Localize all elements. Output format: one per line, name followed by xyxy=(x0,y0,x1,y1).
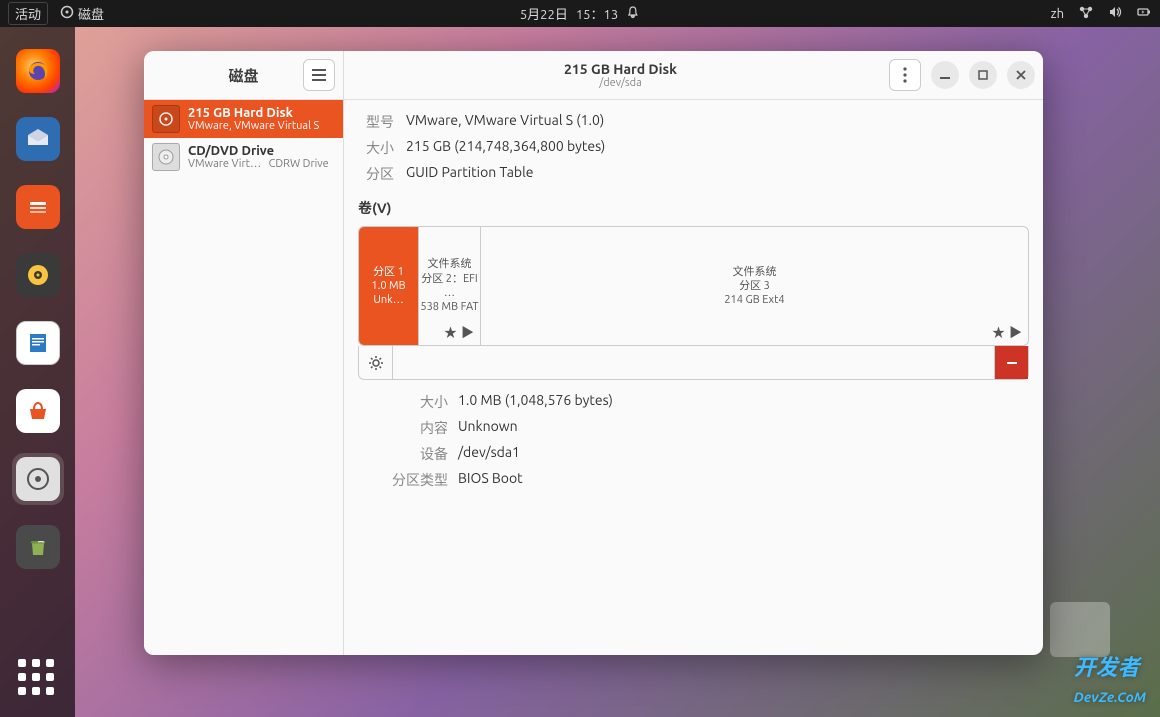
detail-size-label: 大小 xyxy=(376,392,448,412)
input-method-indicator[interactable]: zh xyxy=(1051,7,1064,21)
app-indicator[interactable]: 磁盘 xyxy=(60,4,104,23)
model-value: VMware, VMware Virtual S (1.0) xyxy=(406,112,1029,132)
partitioning-value: GUID Partition Table xyxy=(406,164,1029,184)
delete-partition-button[interactable] xyxy=(994,346,1028,379)
header-bar: 215 GB Hard Disk /dev/sda xyxy=(344,51,1043,100)
desktop-home-folder[interactable] xyxy=(1050,602,1110,657)
content: 型号 VMware, VMware Virtual S (1.0) 大小 215… xyxy=(344,100,1043,655)
detail-device-label: 设备 xyxy=(376,444,448,464)
partition-3[interactable]: 文件系统 分区 3 214 GB Ext4 ★ ▶ xyxy=(481,227,1028,345)
top-bar: 活动 磁盘 5月22日 15：13 zh xyxy=(0,0,1160,27)
drive-subtitle: VMware Virt… CDRW Drive xyxy=(188,158,335,170)
volume-settings-button[interactable] xyxy=(359,346,393,379)
sidebar-title: 磁盘 xyxy=(228,65,258,86)
dock-firefox[interactable] xyxy=(12,45,64,97)
partition-fs: 文件系统 xyxy=(428,257,472,271)
detail-type-value: BIOS Boot xyxy=(458,470,1029,490)
partition-size: 214 GB Ext4 xyxy=(724,293,784,307)
window-title: 215 GB Hard Disk xyxy=(352,61,889,77)
dock-software[interactable] xyxy=(12,385,64,437)
sidebar: 磁盘 215 GB Hard Disk VMware, VMware Virtu… xyxy=(144,51,344,655)
close-button[interactable] xyxy=(1007,61,1035,89)
activities-button[interactable]: 活动 xyxy=(8,2,48,25)
partition-label: 分区 1 xyxy=(373,265,404,279)
maximize-button[interactable] xyxy=(969,61,997,89)
dock xyxy=(0,27,75,717)
drive-cddvd[interactable]: CD/DVD Drive VMware Virt… CDRW Drive xyxy=(144,138,343,176)
volumes-heading: 卷(V) xyxy=(358,198,1029,218)
clock[interactable]: 5月22日 15：13 xyxy=(520,4,640,23)
app-indicator-label: 磁盘 xyxy=(78,4,104,23)
partition-label: 分区 2：EFI … xyxy=(419,272,480,301)
partition-size: 538 MB FAT xyxy=(420,300,478,314)
hamburger-menu-button[interactable] xyxy=(303,59,335,91)
drive-name: 215 GB Hard Disk xyxy=(188,106,335,120)
detail-size-value: 1.0 MB (1,048,576 bytes) xyxy=(458,392,1029,412)
dock-libreoffice-writer[interactable] xyxy=(12,317,64,369)
watermark: 开发者 DevZe.CoM xyxy=(1074,650,1146,707)
volume-toolbar xyxy=(358,346,1029,380)
volume-details: 大小 1.0 MB (1,048,576 bytes) 内容 Unknown 设… xyxy=(376,392,1029,490)
detail-content-value: Unknown xyxy=(458,418,1029,438)
volume-icon[interactable] xyxy=(1108,5,1122,22)
drive-list: 215 GB Hard Disk VMware, VMware Virtual … xyxy=(144,100,343,176)
partition-2[interactable]: 文件系统 分区 2：EFI … 538 MB FAT ★ ▶ xyxy=(419,227,481,345)
star-icon: ★ xyxy=(992,322,1005,341)
detail-content-label: 内容 xyxy=(376,418,448,438)
play-icon: ▶ xyxy=(1009,322,1022,341)
model-label: 型号 xyxy=(358,112,394,132)
dock-thunderbird[interactable] xyxy=(12,113,64,165)
partition-size: 1.0 MB Unk… xyxy=(359,279,418,308)
partition-map: 分区 1 1.0 MB Unk… 文件系统 分区 2：EFI … 538 MB … xyxy=(358,226,1029,346)
date-label: 5月22日 xyxy=(520,4,568,23)
minimize-button[interactable] xyxy=(931,61,959,89)
hard-disk-icon xyxy=(152,105,180,133)
drive-menu-button[interactable] xyxy=(889,59,921,91)
dock-show-applications[interactable] xyxy=(18,659,58,699)
cd-icon xyxy=(152,143,180,171)
battery-icon[interactable] xyxy=(1136,5,1152,22)
detail-type-label: 分区类型 xyxy=(376,470,448,490)
disks-icon xyxy=(60,5,74,22)
disks-window: 磁盘 215 GB Hard Disk VMware, VMware Virtu… xyxy=(144,51,1043,655)
time-label: 15：13 xyxy=(576,4,618,23)
partition-1[interactable]: 分区 1 1.0 MB Unk… xyxy=(359,227,419,345)
notification-icon xyxy=(626,5,640,22)
size-label: 大小 xyxy=(358,138,394,158)
main-pane: 215 GB Hard Disk /dev/sda 型号 VMware, VMw… xyxy=(344,51,1043,655)
window-subtitle: /dev/sda xyxy=(352,77,889,89)
dock-files[interactable] xyxy=(12,181,64,233)
dock-disks[interactable] xyxy=(12,453,64,505)
sidebar-header: 磁盘 xyxy=(144,51,343,100)
network-icon[interactable] xyxy=(1078,5,1094,22)
detail-device-value: /dev/sda1 xyxy=(458,444,1029,464)
partitioning-label: 分区 xyxy=(358,164,394,184)
partition-fs: 文件系统 xyxy=(733,265,777,279)
partition-label: 分区 3 xyxy=(739,279,770,293)
play-icon: ▶ xyxy=(461,322,474,341)
size-value: 215 GB (214,748,364,800 bytes) xyxy=(406,138,1029,158)
dock-rhythmbox[interactable] xyxy=(12,249,64,301)
star-icon: ★ xyxy=(444,322,457,341)
drive-name: CD/DVD Drive xyxy=(188,144,335,158)
drive-hard-disk[interactable]: 215 GB Hard Disk VMware, VMware Virtual … xyxy=(144,100,343,138)
drive-subtitle: VMware, VMware Virtual S xyxy=(188,120,335,132)
dock-trash[interactable] xyxy=(12,521,64,573)
